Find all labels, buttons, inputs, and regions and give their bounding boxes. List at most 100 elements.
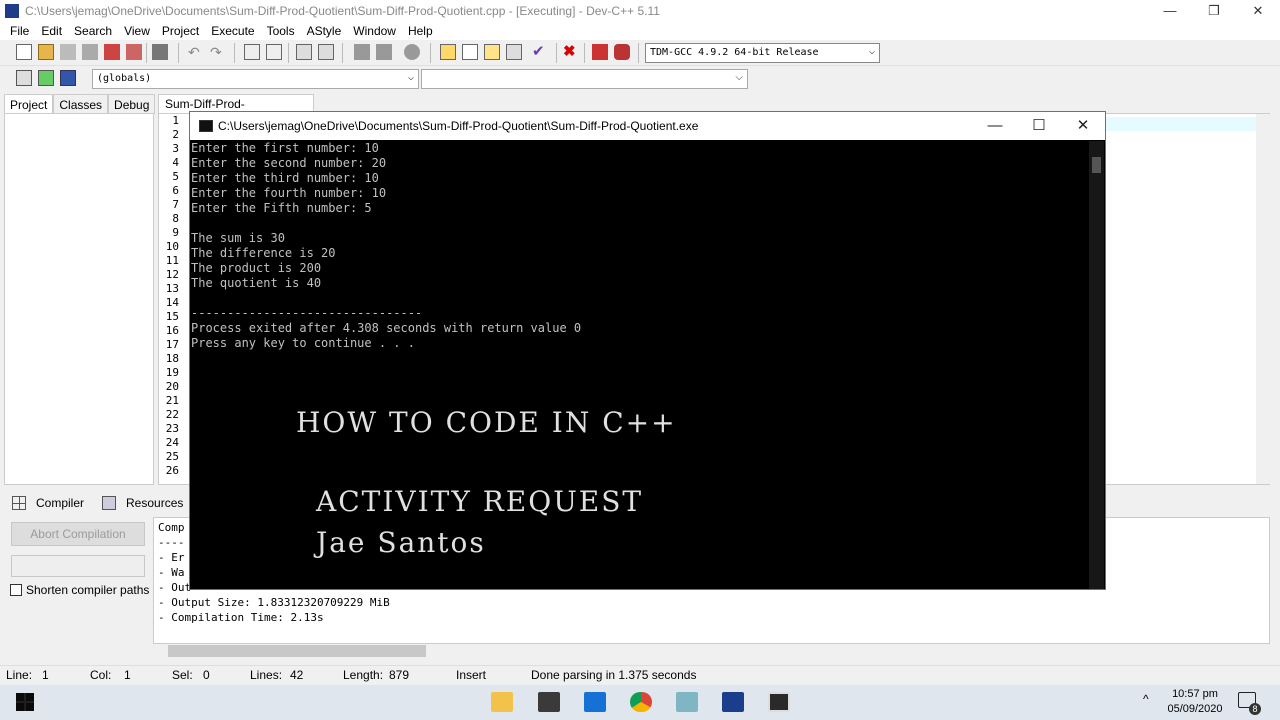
line-number: 20 bbox=[165, 380, 179, 393]
compiler-select[interactable]: TDM-GCC 4.9.2 64-bit Release ⌵ bbox=[645, 43, 880, 63]
console-scroll-thumb[interactable] bbox=[1092, 157, 1101, 173]
console-close-button[interactable]: ✕ bbox=[1061, 112, 1105, 140]
line-number: 15 bbox=[165, 310, 179, 323]
function-select[interactable]: ⌵ bbox=[421, 69, 748, 89]
line-number: 17 bbox=[165, 338, 179, 351]
tab-compiler-label: Compiler bbox=[36, 496, 85, 510]
window-titlebar: C:\Users\jemag\OneDrive\Documents\Sum-Di… bbox=[0, 0, 1280, 22]
find-icon[interactable] bbox=[244, 44, 260, 60]
console-maximize-button[interactable]: ☐ bbox=[1017, 112, 1061, 140]
save-all-icon[interactable] bbox=[82, 44, 98, 60]
tab-resources[interactable]: Resources bbox=[96, 492, 195, 514]
tray-chevron-icon[interactable]: ^ bbox=[1143, 692, 1149, 706]
restore-button[interactable]: ❐ bbox=[1192, 0, 1236, 22]
log-scroll-thumb[interactable] bbox=[168, 645, 426, 657]
line-number: 7 bbox=[172, 198, 179, 211]
close-file-icon[interactable] bbox=[104, 44, 120, 60]
tab-classes[interactable]: Classes bbox=[53, 94, 109, 114]
chevron-down-icon: ⌵ bbox=[868, 46, 875, 57]
abort-compilation-button[interactable]: Abort Compilation bbox=[11, 522, 145, 546]
replace-icon[interactable] bbox=[266, 44, 282, 60]
goto-line-icon[interactable] bbox=[404, 44, 420, 60]
stop-execution-icon[interactable]: ✖ bbox=[563, 44, 579, 60]
menu-search[interactable]: Search bbox=[68, 24, 118, 38]
console-window[interactable]: C:\Users\jemag\OneDrive\Documents\Sum-Di… bbox=[189, 111, 1106, 590]
syntax-check-icon[interactable]: ✔ bbox=[532, 44, 548, 60]
chrome-icon[interactable] bbox=[630, 692, 652, 712]
console-line: Enter the third number: 10 bbox=[191, 171, 379, 185]
print-icon[interactable] bbox=[152, 44, 168, 60]
goto-bookmark-icon[interactable] bbox=[376, 44, 392, 60]
save-icon[interactable] bbox=[60, 44, 76, 60]
line-number: 10 bbox=[165, 240, 179, 253]
notepad-icon[interactable] bbox=[676, 692, 698, 712]
line-number: 18 bbox=[165, 352, 179, 365]
file-explorer-icon[interactable] bbox=[491, 692, 513, 712]
mail-icon[interactable] bbox=[584, 692, 606, 712]
line-number: 3 bbox=[172, 142, 179, 155]
menu-help[interactable]: Help bbox=[402, 24, 439, 38]
scope-select-value: (globals) bbox=[97, 73, 152, 84]
close-all-icon[interactable] bbox=[126, 44, 142, 60]
minimize-button[interactable]: — bbox=[1148, 0, 1192, 22]
store-icon[interactable] bbox=[538, 692, 560, 712]
console-line: The quotient is 40 bbox=[191, 276, 322, 290]
console-line: The sum is 30 bbox=[191, 231, 285, 245]
insert-icon[interactable] bbox=[16, 70, 32, 86]
line-number: 19 bbox=[165, 366, 179, 379]
clock-date: 05/09/2020 bbox=[1167, 703, 1223, 715]
line-number: 6 bbox=[172, 184, 179, 197]
open-file-icon[interactable] bbox=[38, 44, 54, 60]
toggle-icon[interactable] bbox=[38, 70, 54, 86]
new-file-icon[interactable] bbox=[16, 44, 32, 60]
devcpp-icon[interactable] bbox=[722, 692, 744, 712]
taskbar-clock[interactable]: 10:57 pm 05/09/2020 bbox=[1162, 685, 1228, 720]
tab-debug[interactable]: Debug bbox=[108, 94, 156, 114]
shorten-paths-label: Shorten compiler paths bbox=[26, 583, 150, 597]
line-number: 21 bbox=[165, 394, 179, 407]
console-line: Enter the first number: 10 bbox=[191, 141, 379, 155]
menu-execute[interactable]: Execute bbox=[205, 24, 260, 38]
menu-project[interactable]: Project bbox=[156, 24, 205, 38]
toggle-bookmark-icon[interactable] bbox=[354, 44, 370, 60]
shorten-paths-checkbox[interactable]: Shorten compiler paths bbox=[10, 583, 149, 597]
console-icon bbox=[199, 120, 213, 132]
redo-icon[interactable]: ↷ bbox=[210, 44, 226, 60]
menu-astyle[interactable]: AStyle bbox=[301, 24, 348, 38]
delete-profile-icon[interactable] bbox=[614, 44, 630, 60]
console-line: Process exited after 4.308 seconds with … bbox=[191, 321, 582, 335]
indent-icon[interactable] bbox=[296, 44, 312, 60]
status-lines-value: 42 bbox=[290, 668, 304, 682]
unindent-icon[interactable] bbox=[318, 44, 334, 60]
menu-window[interactable]: Window bbox=[347, 24, 402, 38]
close-button[interactable]: ✕ bbox=[1236, 0, 1280, 22]
compile-icon[interactable] bbox=[440, 44, 456, 60]
console-taskbar-icon[interactable] bbox=[768, 692, 790, 712]
menu-view[interactable]: View bbox=[118, 24, 156, 38]
console-scrollbar[interactable] bbox=[1089, 141, 1104, 589]
resources-icon bbox=[102, 496, 117, 510]
start-windows-icon[interactable] bbox=[16, 693, 34, 711]
console-minimize-button[interactable]: — bbox=[973, 112, 1017, 140]
project-panel bbox=[4, 113, 154, 485]
profile-icon[interactable] bbox=[592, 44, 608, 60]
overlay-author: Jae Santos bbox=[316, 526, 486, 559]
line-number: 26 bbox=[165, 464, 179, 477]
menu-tools[interactable]: Tools bbox=[261, 24, 301, 38]
tab-compiler[interactable]: Compiler bbox=[6, 492, 96, 514]
tab-project[interactable]: Project bbox=[4, 94, 54, 114]
console-output: Enter the first number: 10 Enter the sec… bbox=[191, 141, 1089, 351]
compile-run-icon[interactable] bbox=[484, 44, 500, 60]
undo-icon[interactable]: ↶ bbox=[188, 44, 204, 60]
checkbox-box[interactable] bbox=[10, 584, 22, 596]
rebuild-icon[interactable] bbox=[506, 44, 522, 60]
scope-select[interactable]: (globals) ⌵ bbox=[92, 69, 419, 89]
menubar: File Edit Search View Project Execute To… bbox=[0, 22, 1280, 40]
console-line: -------------------------------- bbox=[191, 306, 423, 320]
bookmark-icon[interactable] bbox=[60, 70, 76, 86]
menu-edit[interactable]: Edit bbox=[35, 24, 68, 38]
editor-vertical-scrollbar[interactable] bbox=[1256, 114, 1270, 484]
run-icon[interactable] bbox=[462, 44, 478, 60]
line-number-gutter: 1 2 3 4 5 6 7 8 9 10 11 12 13 14 15 16 1… bbox=[159, 114, 185, 484]
menu-file[interactable]: File bbox=[4, 24, 35, 38]
